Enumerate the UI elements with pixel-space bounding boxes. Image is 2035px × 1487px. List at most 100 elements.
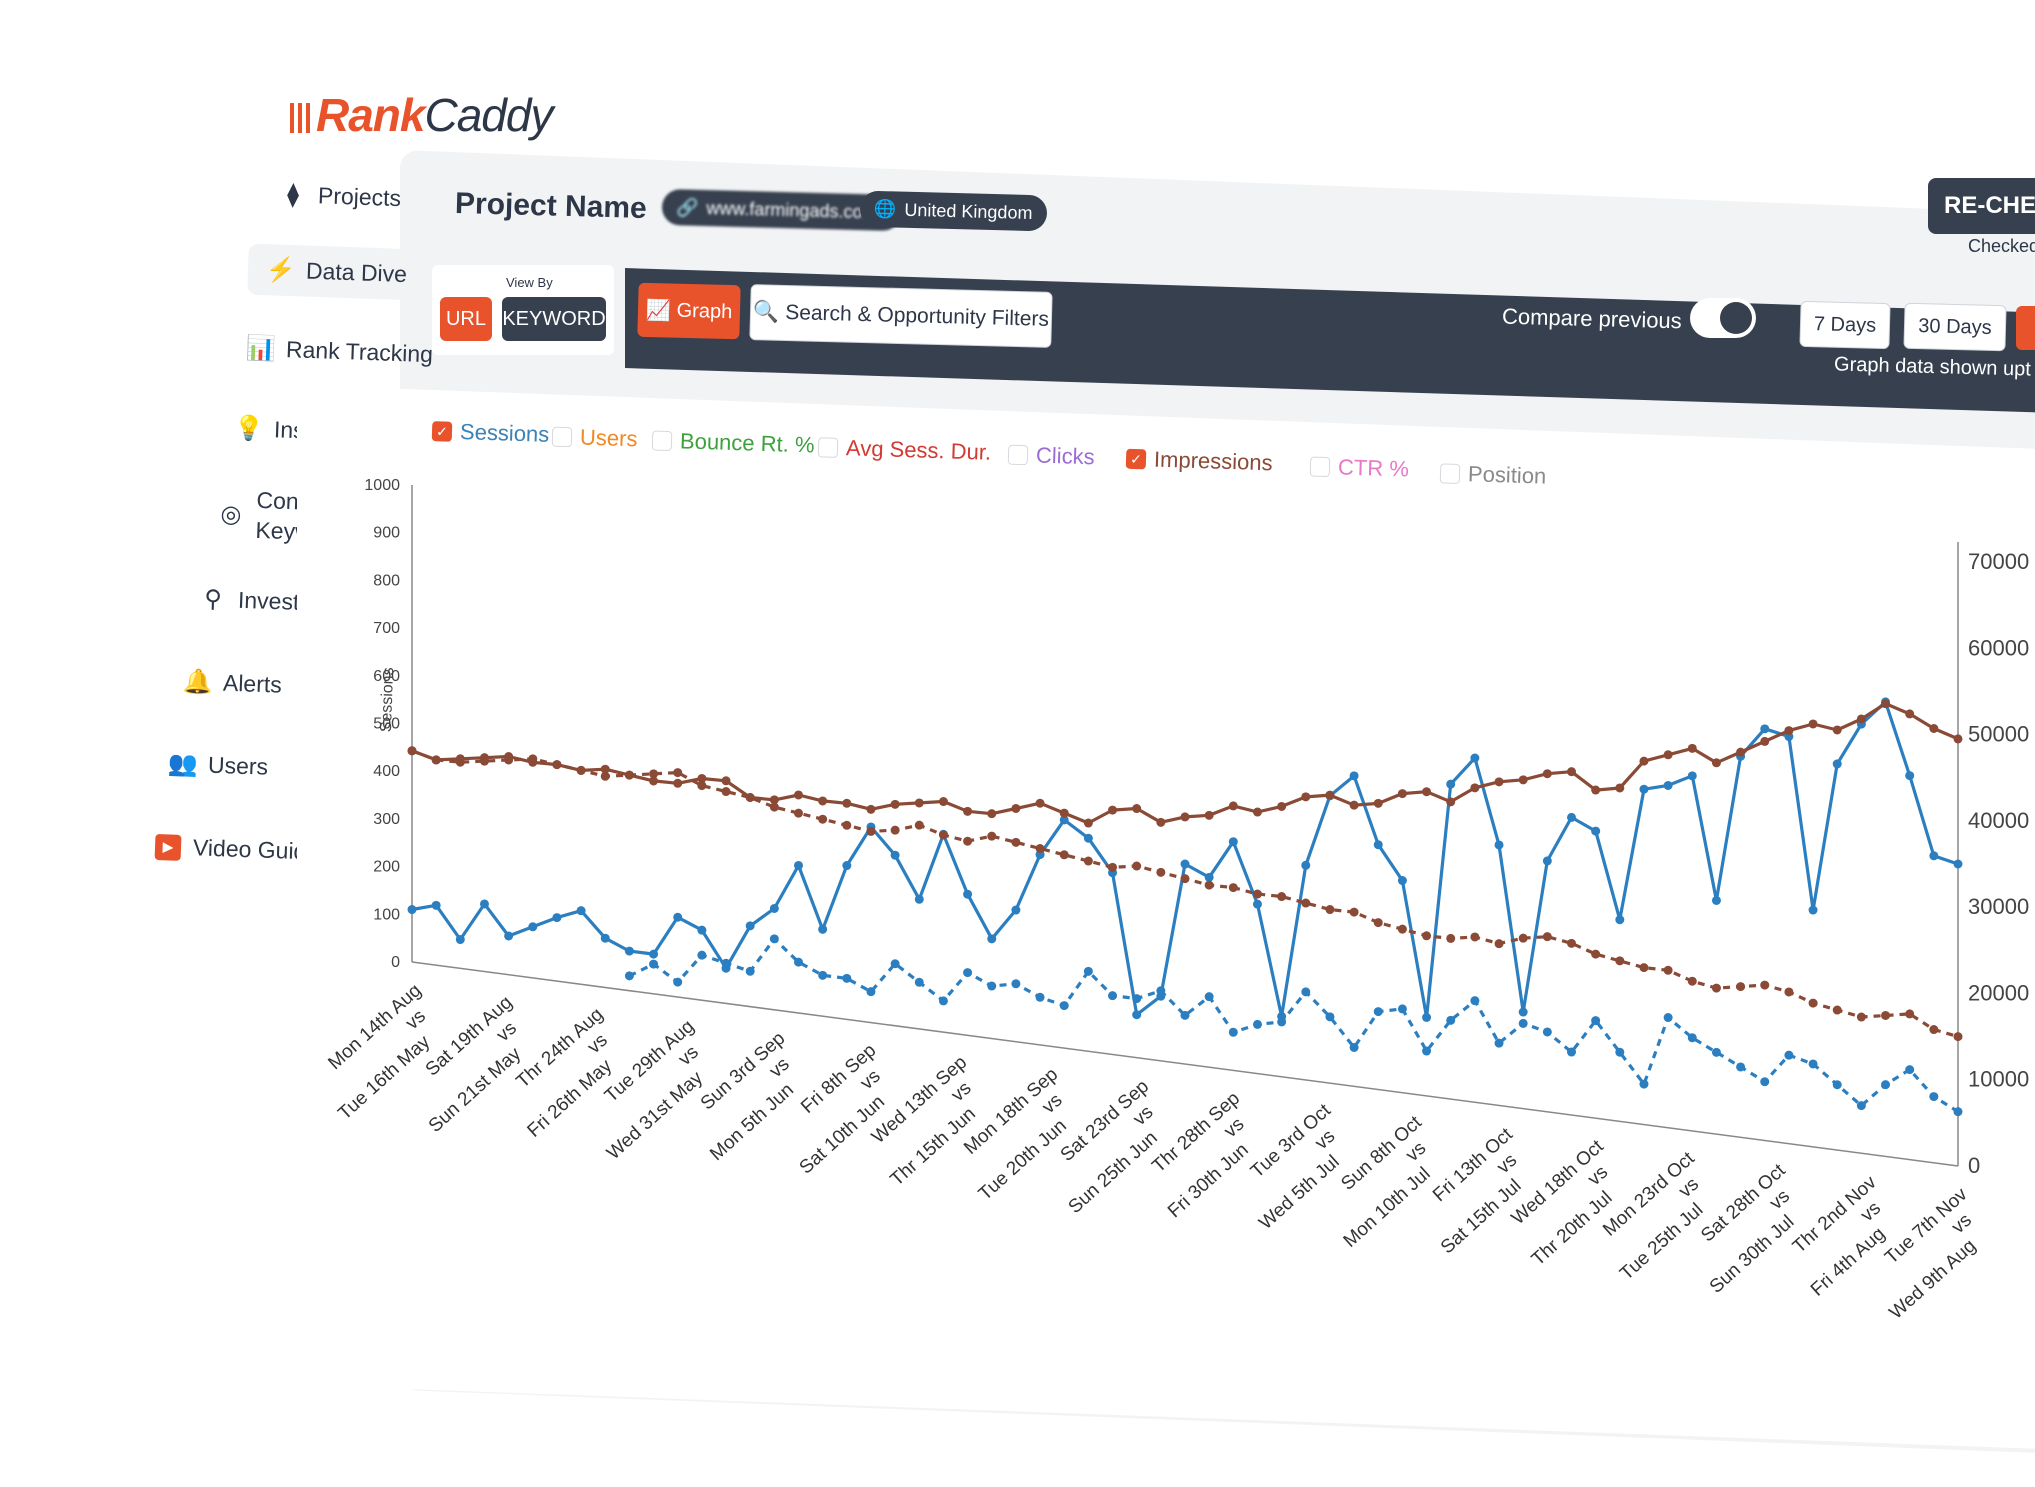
data-point <box>914 977 924 987</box>
data-point <box>987 934 997 944</box>
data-point <box>673 977 683 987</box>
x-tick-label: Fri 13th OctvsSat 15th Jul <box>1429 1124 1525 1259</box>
data-point <box>673 778 683 788</box>
data-point <box>1929 1092 1939 1102</box>
data-point <box>1446 933 1456 943</box>
data-point <box>431 755 441 765</box>
data-point <box>624 971 634 981</box>
data-point <box>1663 780 1673 790</box>
data-point <box>1784 987 1794 997</box>
data-point <box>1760 980 1770 990</box>
data-point <box>1083 833 1093 843</box>
data-point <box>1059 850 1069 860</box>
data-point <box>963 836 973 846</box>
data-point <box>769 934 779 944</box>
data-point <box>1856 714 1866 724</box>
data-point <box>1422 931 1432 941</box>
y-left-tick-label: 300 <box>373 811 400 828</box>
x-tick-label: Sun 8th OctvsMon 10th Jul <box>1337 1112 1434 1252</box>
data-point <box>1687 976 1697 986</box>
data-point <box>1567 1047 1576 1057</box>
data-point <box>1325 790 1335 800</box>
data-point <box>1446 779 1456 789</box>
y-left-tick-label: 0 <box>391 954 400 971</box>
data-point <box>794 790 803 800</box>
data-point <box>1373 840 1383 850</box>
data-point <box>769 903 779 913</box>
y-left-tick-label: 100 <box>373 906 400 923</box>
data-point <box>1059 808 1069 818</box>
data-point <box>1518 775 1528 785</box>
y-right-tick-label: 0 <box>1968 1153 1980 1178</box>
data-point <box>1663 1013 1673 1023</box>
data-point <box>1180 1010 1190 1020</box>
data-point <box>1035 992 1045 1002</box>
data-point <box>1349 907 1359 917</box>
data-point <box>1639 756 1649 766</box>
data-point <box>1156 817 1166 827</box>
data-point <box>890 825 900 835</box>
data-point <box>1711 983 1721 993</box>
data-point <box>914 798 924 808</box>
data-point <box>1591 1016 1601 1026</box>
data-point <box>1687 1033 1697 1043</box>
data-point <box>1518 1018 1528 1028</box>
data-point <box>1301 987 1311 997</box>
data-point <box>818 970 828 980</box>
data-point <box>1108 862 1118 872</box>
x-tick-label: Tue 7th NovvsWed 9th Aug <box>1881 1184 1980 1324</box>
data-point <box>1542 1027 1552 1037</box>
data-point <box>1470 753 1480 763</box>
data-point <box>1011 979 1021 989</box>
data-point <box>890 850 900 860</box>
data-point <box>1132 1010 1142 1020</box>
data-point <box>1252 889 1262 899</box>
data-point <box>938 996 948 1006</box>
data-point <box>504 931 514 941</box>
data-point <box>1397 789 1407 799</box>
data-point <box>1180 859 1190 869</box>
data-point <box>673 912 683 922</box>
data-point <box>407 905 417 915</box>
data-point <box>938 830 948 840</box>
y-left-tick-label: 1000 <box>364 477 400 494</box>
data-point <box>1639 963 1649 973</box>
data-point <box>842 820 852 830</box>
data-point <box>1808 998 1818 1008</box>
data-point <box>1736 747 1746 757</box>
data-point <box>407 746 417 756</box>
data-point <box>963 968 973 978</box>
data-point <box>1929 724 1939 734</box>
data-point <box>1784 1050 1794 1060</box>
data-point <box>1856 1012 1866 1022</box>
data-point <box>1929 1025 1939 1035</box>
data-point <box>1832 1080 1842 1090</box>
data-point <box>1277 801 1287 811</box>
data-point <box>1397 1004 1407 1014</box>
data-point <box>1518 933 1528 943</box>
data-point <box>552 913 562 923</box>
data-point <box>697 781 707 791</box>
data-point <box>697 950 707 960</box>
data-point <box>1422 1046 1432 1056</box>
data-point <box>866 987 876 997</box>
data-point <box>1591 826 1601 836</box>
data-point <box>1035 844 1045 854</box>
data-point <box>745 921 755 931</box>
data-point <box>1881 1010 1891 1020</box>
data-point <box>987 981 997 991</box>
data-point <box>1542 932 1552 942</box>
data-point <box>1905 1009 1915 1019</box>
data-point <box>1083 966 1093 976</box>
data-point <box>842 798 852 808</box>
data-point <box>1108 991 1118 1001</box>
y-left-tick-label: 400 <box>373 763 400 780</box>
data-point <box>1156 986 1166 996</box>
data-point <box>455 757 465 767</box>
data-point <box>1397 876 1407 886</box>
data-point <box>1639 1079 1649 1089</box>
data-point <box>504 755 514 765</box>
data-point <box>649 959 659 969</box>
data-point <box>1591 785 1601 795</box>
data-point <box>721 776 731 786</box>
